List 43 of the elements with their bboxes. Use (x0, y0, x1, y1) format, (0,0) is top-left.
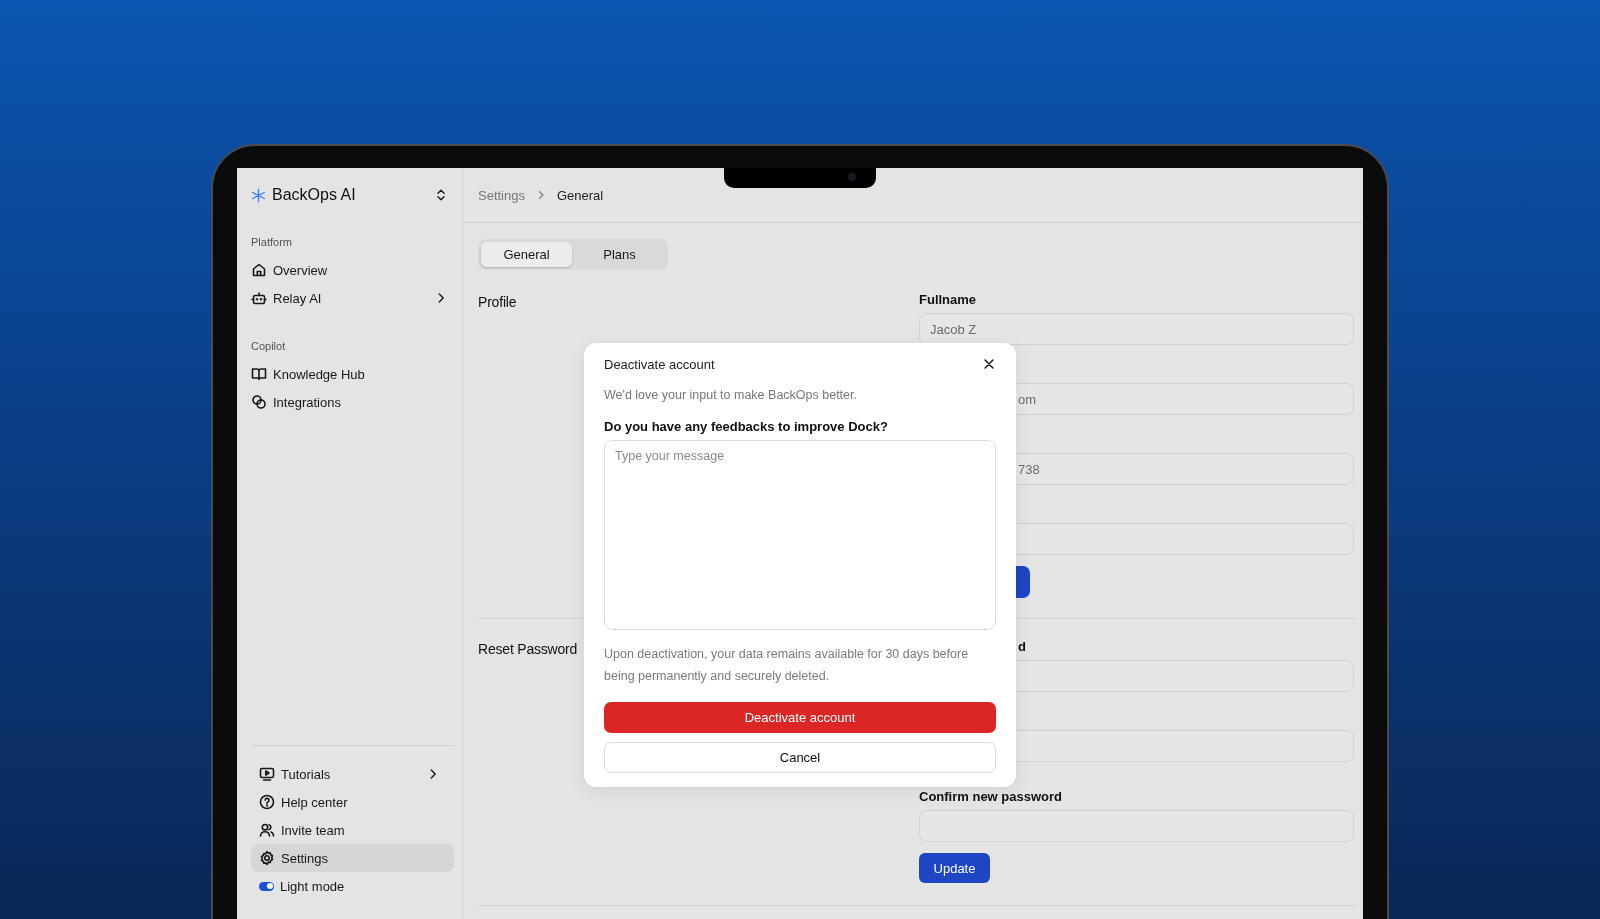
nav-item[interactable]: Invite team (251, 816, 454, 844)
input-field[interactable]: Jacob Z (919, 313, 1354, 345)
update-button[interactable]: Update (919, 853, 990, 883)
tab[interactable]: Plans (574, 242, 665, 267)
nav-item[interactable]: Knowledge Hub (251, 360, 454, 388)
monitor-play-icon (259, 766, 275, 782)
app-name: BackOps AI (272, 186, 356, 204)
breadcrumb-link[interactable]: General (557, 187, 604, 203)
linked-circles-icon (251, 394, 267, 410)
users-icon (259, 822, 275, 838)
cancel-button[interactable]: Cancel (604, 742, 996, 773)
robot-icon (251, 290, 267, 306)
field-label: d (1018, 638, 1027, 656)
message-field[interactable]: Type your message (604, 440, 996, 630)
home-icon (251, 262, 267, 278)
deactivation-note: Upon deactivation, your data remains available for 30 days before being permanently and securely deleted. (604, 646, 970, 685)
nav-item[interactable]: Tutorials (251, 760, 454, 788)
nav-item[interactable]: Overview (251, 256, 454, 284)
toggle-switch[interactable] (259, 881, 274, 891)
sparkle-logo-icon (251, 187, 266, 203)
dialog-title: Deactivate account (604, 356, 716, 372)
section-heading: Copilot (251, 339, 287, 353)
close-icon (982, 357, 996, 371)
dialog-subtitle: We'd love your input to make BackOps better. (604, 387, 858, 404)
book-icon (251, 366, 267, 382)
settings-icon (259, 850, 275, 866)
nav-item[interactable]: Settings (251, 844, 454, 872)
field-label: Fullname (919, 291, 978, 309)
deactivate-button[interactable]: Deactivate account (604, 702, 996, 733)
nav-item[interactable]: Relay AI (251, 284, 454, 312)
question-label: Do you have any feedbacks to improve Dock? (604, 418, 889, 436)
nav-item[interactable]: Help center (251, 788, 454, 816)
section-heading: Platform (251, 235, 293, 249)
nav-item[interactable]: Integrations (251, 388, 454, 416)
help-icon (259, 794, 275, 810)
toggle-label: Light mode (280, 878, 345, 894)
section-title: Reset Password (478, 640, 578, 657)
breadcrumb-link[interactable]: Settings (478, 187, 525, 203)
field-label: Confirm new password (919, 788, 1064, 806)
tab[interactable]: General (481, 242, 572, 267)
close-button[interactable] (982, 357, 996, 371)
chevron-up-down-icon (434, 188, 448, 202)
section-title: Profile (478, 293, 517, 310)
